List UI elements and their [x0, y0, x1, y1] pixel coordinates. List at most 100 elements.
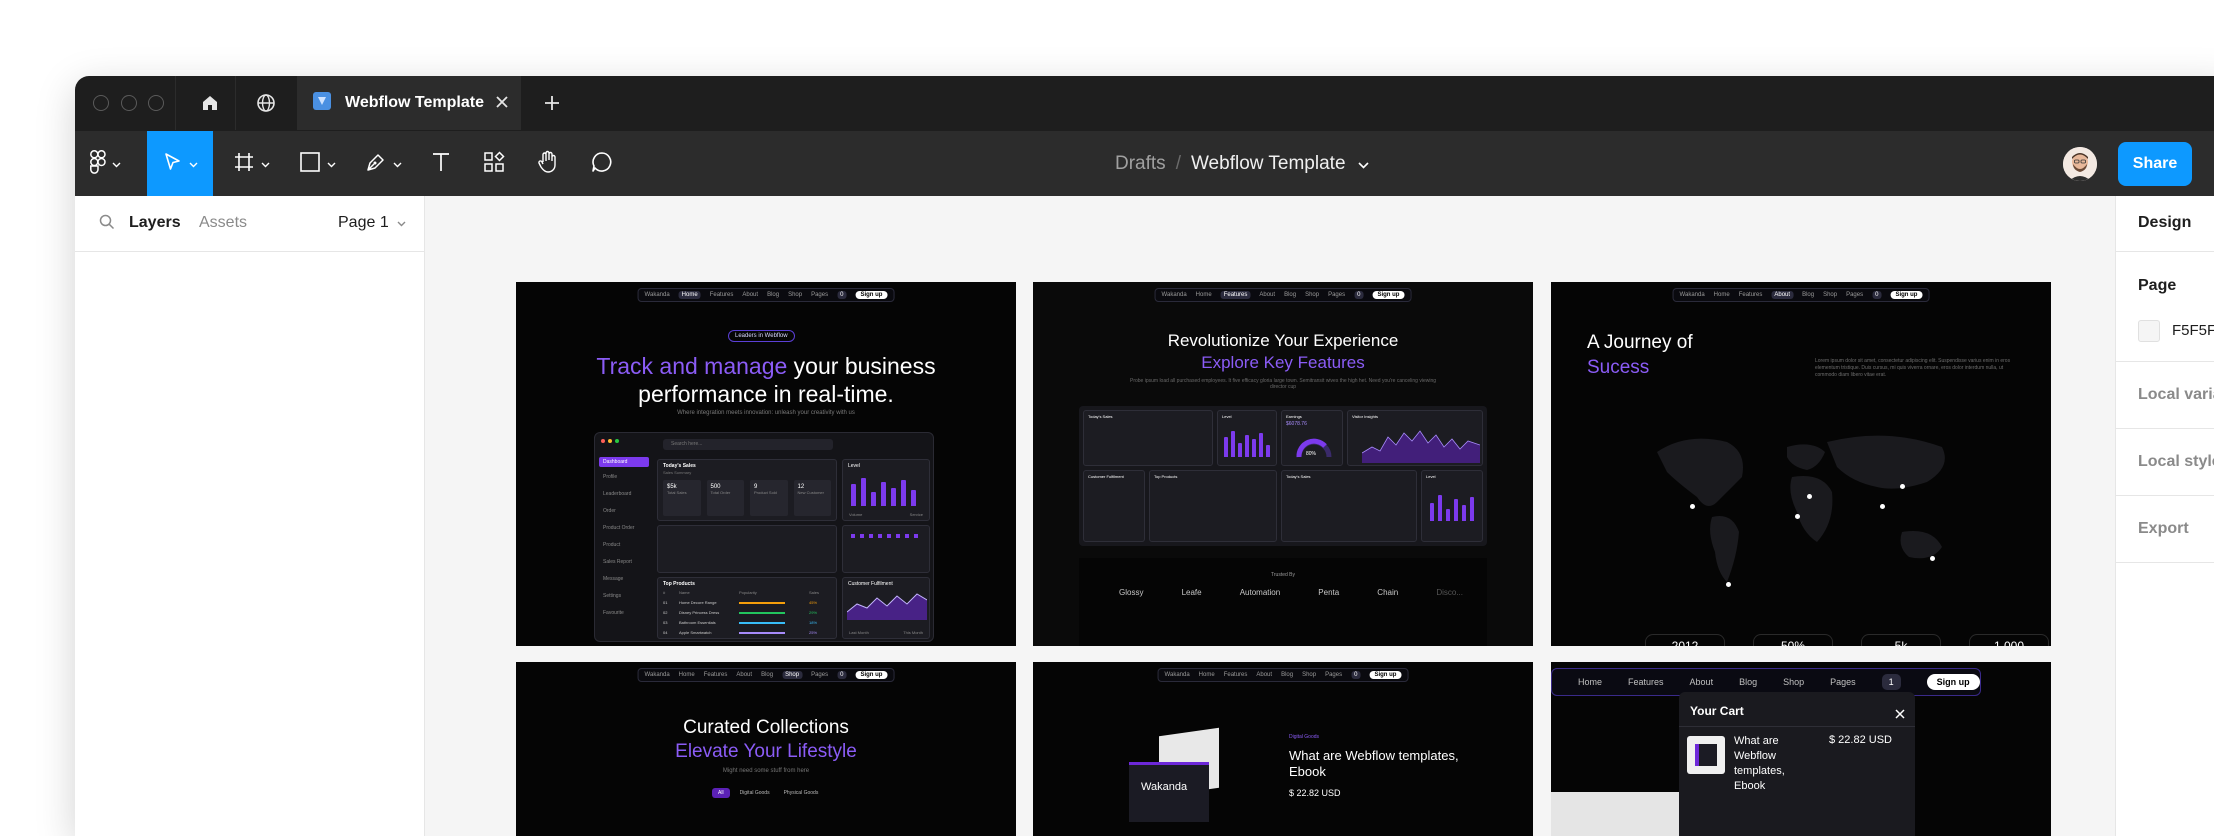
partner-logo: Chain [1377, 588, 1399, 597]
home-icon[interactable] [196, 89, 224, 117]
dash-sidebar-item: Product Order [603, 525, 635, 531]
card-subtitle: Sales Summary [663, 470, 692, 475]
page-section: Page F5F5F [2116, 252, 2214, 362]
dash-sidebar: Dashboard Profile Leaderboard Order Prod… [599, 457, 649, 616]
chevron-down-icon [112, 155, 121, 173]
canvas[interactable]: Wakanda Home Features About Blog Shop Pa… [425, 196, 2115, 836]
page-selector[interactable]: Page 1 [338, 214, 406, 232]
pen-tool-button[interactable] [355, 131, 411, 197]
move-tool-button[interactable] [147, 131, 213, 197]
frame-collections[interactable]: Wakanda Home Features About Blog Shop Pa… [516, 662, 1016, 836]
local-variables-section[interactable]: Local varia [2116, 362, 2214, 429]
tab-design[interactable]: Design [2138, 214, 2191, 232]
logo-row: Glossy Leafe Automation Penta Chain Disc… [1119, 588, 1463, 597]
nav-item: About [1771, 291, 1794, 299]
collections-subtitle: Might need some stuff from here [722, 768, 810, 774]
main-menu-button[interactable] [81, 131, 129, 197]
nav-item: Blog [1281, 672, 1294, 678]
table-cell: Disney Princess Dress [679, 610, 720, 615]
nav-brand: Wakanda [1679, 292, 1705, 298]
close-tab-icon[interactable] [493, 93, 511, 116]
card-title: Today's Sales [1088, 414, 1113, 419]
text-tool-button[interactable] [419, 131, 463, 197]
breadcrumb-drafts[interactable]: Drafts [1115, 153, 1166, 175]
dash-sidebar-item: Product [603, 542, 621, 548]
tab-webflow-template[interactable]: Webflow Template [297, 76, 521, 130]
features-title-line2: Explore Key Features [1201, 353, 1365, 372]
nav-item: About [742, 292, 759, 298]
table-cell: 04 [663, 630, 668, 635]
table-header: Name [679, 590, 690, 595]
file-icon [313, 91, 331, 115]
journey-title: A Journey of Sucess [1587, 330, 1693, 380]
world-map [1657, 435, 1945, 582]
nav-signup: Sign up [855, 291, 888, 299]
nav-cart: 0 [837, 291, 847, 299]
local-variables-label: Local varia [2138, 386, 2214, 403]
tab-assets[interactable]: Assets [199, 214, 247, 232]
section-heading: Page [2138, 277, 2177, 294]
frame-features[interactable]: Wakanda Home Features About Blog Shop Pa… [1033, 282, 1533, 646]
export-section[interactable]: Export [2116, 496, 2214, 563]
nav-item: Pages [1325, 672, 1343, 678]
nav-cart: 1 [1881, 674, 1901, 690]
nav-item: Blog [761, 672, 774, 678]
nav-brand: Wakanda [644, 292, 670, 298]
shape-tool-button[interactable] [289, 131, 345, 197]
earnings-value: $6078.76 [1286, 421, 1307, 427]
frame-tool-button[interactable] [223, 131, 279, 197]
chevron-down-icon[interactable] [1357, 153, 1369, 175]
fulfilment-chart [847, 593, 927, 620]
dash-sidebar-item: Settings [603, 593, 622, 599]
dash-search: Search here... [663, 439, 833, 450]
book-cover: Wakanda [1129, 762, 1209, 822]
page-selector-label: Page 1 [338, 214, 389, 231]
hero-title-accent: Track and manage [596, 353, 788, 379]
figma-logo-icon [89, 149, 106, 179]
filter-tab: Digital Goods [739, 790, 770, 796]
dash-card: Today's Sales [1083, 410, 1213, 466]
journey-title-line1: A Journey of [1587, 332, 1693, 353]
frame-journey[interactable]: Wakanda Home Features About Blog Shop Pa… [1551, 282, 2051, 646]
page-color-value[interactable]: F5F5F [2172, 322, 2214, 339]
local-styles-section[interactable]: Local style [2116, 429, 2214, 496]
stat-value: 50% [1753, 634, 1833, 646]
frame-product[interactable]: Wakanda Home Features About Blog Shop Pa… [1033, 662, 1533, 836]
stat-value: 2012 [1645, 634, 1725, 646]
product-category: Digital Goods [1289, 734, 1320, 740]
page-color-swatch[interactable] [2138, 320, 2160, 342]
maximize-window-button[interactable] [148, 95, 164, 111]
frame-hero-dashboard[interactable]: Wakanda Home Features About Blog Shop Pa… [516, 282, 1016, 646]
filter-tabs: All Digital Goods Physical Goods [712, 788, 822, 798]
globe-icon[interactable] [252, 89, 280, 117]
hand-tool-button[interactable] [526, 131, 570, 197]
table-header: # [663, 590, 666, 595]
stat-label: Total Sales [667, 490, 687, 495]
frame-cart[interactable]: Home Features About Blog Shop Pages 1 Si… [1551, 662, 2051, 836]
nav-item: Home [678, 291, 701, 299]
close-window-button[interactable] [93, 95, 109, 111]
card-title: Visitor Insights [1352, 414, 1378, 419]
journey-title-line2: Sucess [1587, 357, 1650, 378]
legend-item: Volume [849, 512, 863, 517]
text-icon [431, 151, 451, 178]
share-button[interactable]: Share [2118, 142, 2192, 186]
legend-item: Last Month [849, 630, 869, 635]
avatar[interactable] [2063, 147, 2097, 181]
map-marker [1795, 514, 1800, 519]
resources-button[interactable] [472, 131, 516, 197]
search-icon[interactable] [99, 214, 115, 235]
cart-item-name: What are Webflow templates, Ebook [1734, 735, 1785, 792]
minimize-window-button[interactable] [121, 95, 137, 111]
frame-nav: Wakanda Home Features About Blog Shop Pa… [1157, 668, 1409, 682]
comment-tool-button[interactable] [580, 131, 624, 197]
dash-card: Earnings $6078.76 80% [1281, 410, 1343, 466]
new-tab-icon[interactable] [538, 89, 566, 117]
legend-item: Service [909, 512, 923, 517]
tab-layers[interactable]: Layers [129, 214, 181, 232]
file-name[interactable]: Webflow Template [1191, 153, 1346, 175]
nav-item: Pages [811, 672, 829, 678]
nav-item: Shop [1783, 677, 1805, 687]
table-row: 02 Disney Princess Dress 29% [663, 610, 831, 615]
nav-item: Home [1195, 292, 1212, 298]
